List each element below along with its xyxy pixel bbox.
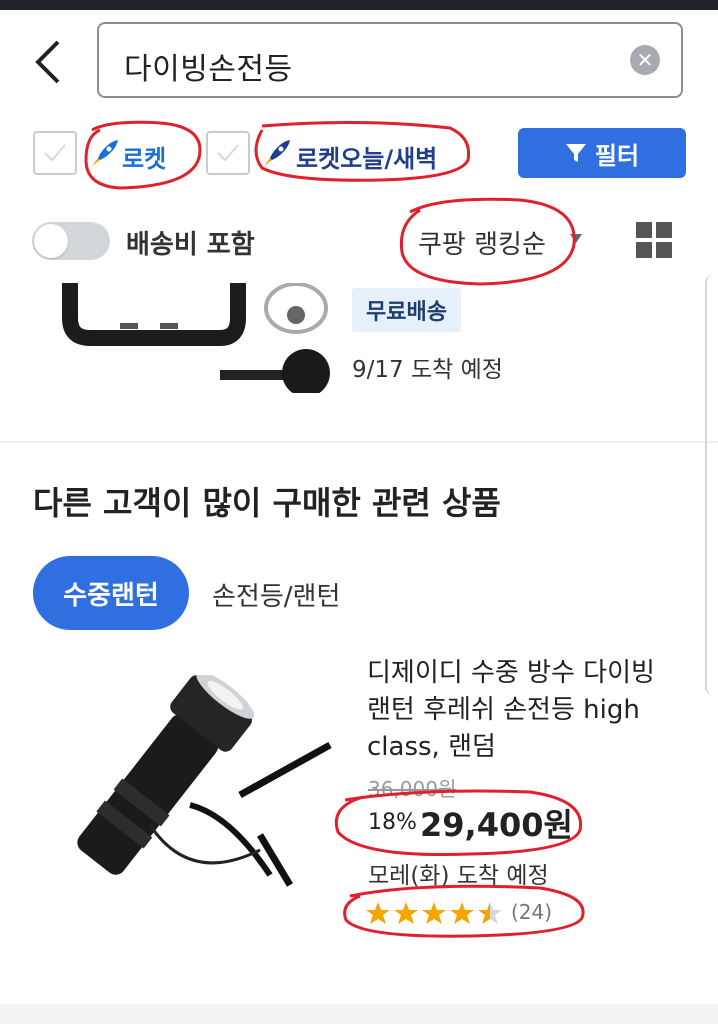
shipping-toggle-label: 배송비 포함 [126,230,255,260]
arrival-text: 모레(화) 도착 예정 [368,863,549,889]
rocket-today-label: 로켓오늘/새벽 [296,145,438,173]
product-image[interactable] [40,671,360,905]
star-icon [450,902,474,924]
sort-dropdown[interactable]: 쿠팡 랭킹순 [418,224,546,261]
status-bar [0,0,718,10]
tab-flashlight-lantern[interactable]: 손전등/랜턴 [212,576,340,613]
grid-view-icon[interactable] [636,222,672,258]
rating-stars [366,900,506,926]
review-count: (24) [511,900,553,924]
rocket-icon [90,138,120,172]
tab-underwater-lantern[interactable]: 수중랜턴 [33,556,189,630]
original-price: 36,000원 [368,777,457,801]
star-icon [394,902,418,924]
clear-search-icon[interactable]: ✕ [630,45,660,75]
rocket-checkbox[interactable] [33,131,77,175]
half-star-icon [478,902,502,924]
search-query-text: 다이빙손전등 [124,52,293,87]
discount-rate: 18% [368,810,417,835]
previous-product-image[interactable] [60,282,340,397]
scrollbar[interactable] [705,275,718,695]
star-icon [366,902,390,924]
related-section-title: 다른 고객이 많이 구매한 관련 상품 [33,484,501,522]
rocket-today-checkbox[interactable] [206,131,250,175]
caret-down-icon [570,234,582,243]
filter-button-label: 필터 [594,141,640,170]
bottom-strip [0,1004,718,1024]
section-divider [0,441,718,443]
star-icon [422,902,446,924]
sale-price: 29,400원 [420,806,573,844]
rocket-label: 로켓 [122,145,167,173]
product-name[interactable]: 디제이디 수중 방수 다이빙 랜턴 후레쉬 손전등 high class, 랜덤 [367,655,687,766]
free-shipping-badge: 무료배송 [352,288,461,332]
rocket-icon [262,138,292,172]
back-arrow-icon[interactable] [30,38,70,86]
toggle-knob [34,224,68,258]
filter-button[interactable]: 필터 [518,128,686,178]
filter-funnel-icon [565,144,586,162]
previous-arrival-text: 9/17 도착 예정 [352,357,503,383]
